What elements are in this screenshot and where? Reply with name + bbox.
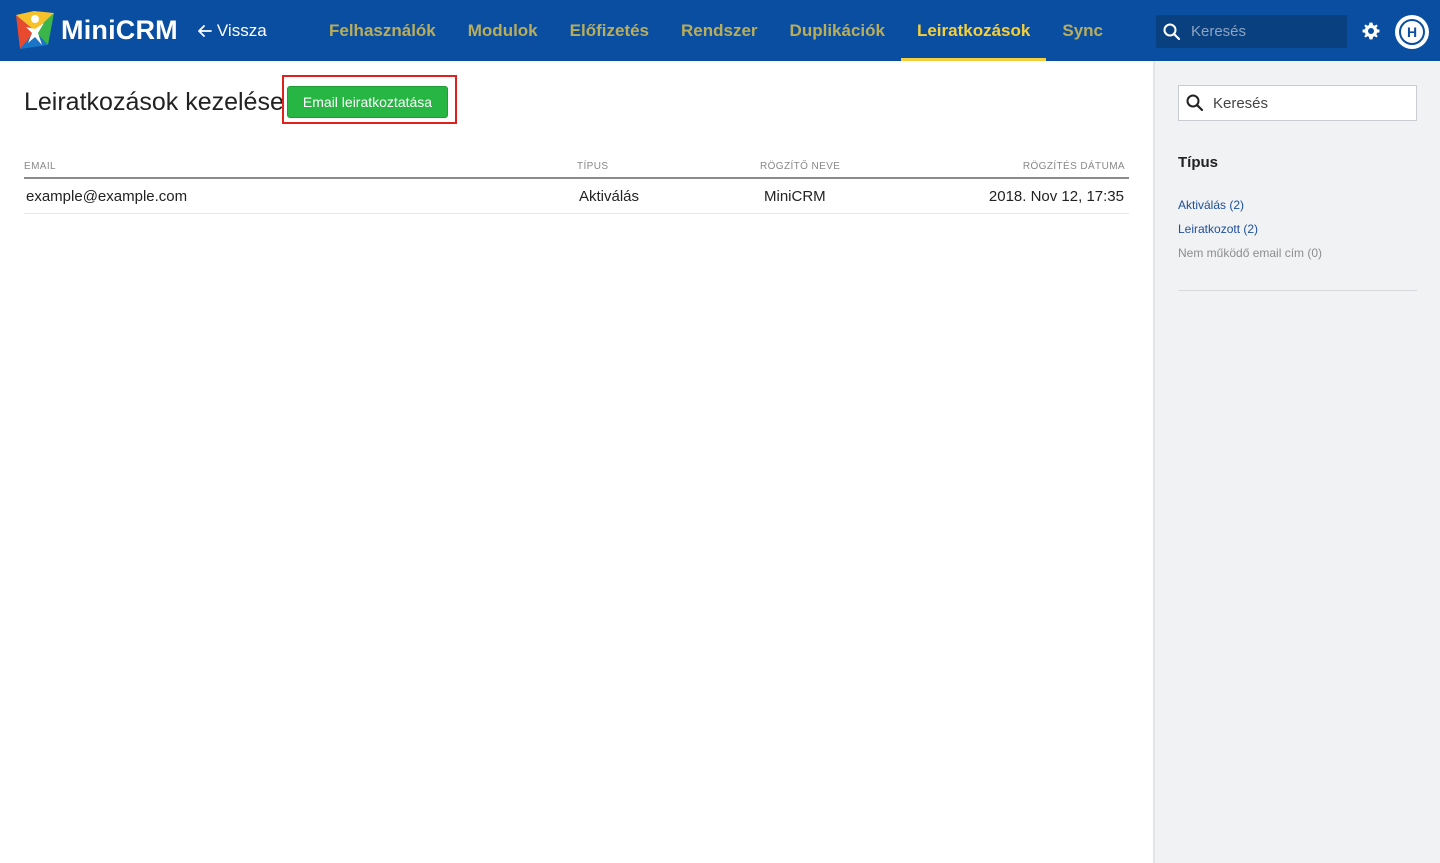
nav-item-rendszer[interactable]: Rendszer [665, 0, 774, 61]
top-search-input[interactable] [1191, 23, 1341, 40]
search-icon [1163, 23, 1181, 40]
main-content: Leiratkozások kezelése Email leiratkozta… [0, 61, 1153, 863]
cell-type: Aktiválás [579, 187, 640, 205]
column-header-type[interactable]: TÍPUS [577, 157, 760, 177]
nav-label: Duplikációk [789, 20, 885, 40]
nav-item-duplikaciok[interactable]: Duplikációk [774, 0, 901, 61]
gear-icon[interactable] [1361, 21, 1381, 41]
back-label: Vissza [216, 20, 267, 40]
table-header: EMAIL TÍPUS RÖGZÍTŐ NEVE RÖGZÍTÉS DÁTUMA [24, 157, 1129, 179]
brand-name: MiniCRM [61, 15, 178, 45]
back-link[interactable]: Vissza [196, 21, 267, 41]
avatar[interactable]: H [1395, 15, 1429, 49]
nav-label: Modulok [467, 20, 538, 40]
filter-item-aktivalas[interactable]: Aktiválás (2) [1178, 198, 1322, 222]
nav-item-leiratkozasok[interactable]: Leiratkozások [900, 0, 1047, 61]
sidebar-search-input[interactable] [1213, 94, 1403, 112]
filter-sidebar: Típus Aktiválás (2) Leiratkozott (2) Nem… [1153, 61, 1440, 863]
filter-list: Aktiválás (2) Leiratkozott (2) Nem működ… [1178, 198, 1322, 270]
filter-item-nem-mukodo: Nem működő email cím (0) [1178, 246, 1323, 260]
cell-email: example@example.com [26, 187, 188, 205]
main-nav: Felhasználók Modulok Előfizetés Rendszer… [313, 0, 1119, 61]
sidebar-search [1178, 85, 1417, 121]
search-icon [1186, 94, 1204, 112]
nav-item-modulok[interactable]: Modulok [452, 0, 554, 61]
nav-item-sync[interactable]: Sync [1046, 0, 1119, 61]
nav-label: Előfizetés [569, 20, 650, 40]
column-header-email[interactable]: EMAIL [24, 157, 577, 177]
top-bar: MiniCRM Vissza Felhasználók Modulok Előf… [0, 0, 1440, 61]
nav-item-elofizetes[interactable]: Előfizetés [554, 0, 665, 61]
minicrm-logo-icon [16, 10, 54, 49]
filter-item-leiratkozott[interactable]: Leiratkozott (2) [1178, 222, 1322, 246]
filter-title: Típus [1178, 154, 1218, 171]
cell-recorder: MiniCRM [764, 187, 826, 205]
nav-label: Felhasználók [329, 20, 436, 40]
nav-label: Rendszer [681, 20, 758, 40]
brand[interactable]: MiniCRM [14, 0, 178, 61]
nav-label: Leiratkozások [916, 20, 1031, 40]
unsubscribe-table: EMAIL TÍPUS RÖGZÍTŐ NEVE RÖGZÍTÉS DÁTUMA… [24, 157, 1129, 214]
top-search [1156, 15, 1347, 48]
cell-date: 2018. Nov 12, 17:35 [988, 187, 1124, 205]
sidebar-divider [1178, 290, 1417, 291]
email-unsubscribe-button[interactable]: Email leiratkoztatása [287, 86, 448, 118]
nav-item-felhasznalok[interactable]: Felhasználók [313, 0, 452, 61]
nav-label: Sync [1062, 20, 1103, 40]
column-header-date[interactable]: RÖGZÍTÉS DÁTUMA [960, 157, 1129, 177]
page-title: Leiratkozások kezelése [24, 88, 284, 116]
table-row[interactable]: example@example.com Aktiválás MiniCRM 20… [24, 179, 1129, 214]
avatar-initial: H [1399, 19, 1425, 45]
column-header-recorder[interactable]: RÖGZÍTŐ NEVE [760, 157, 960, 177]
arrow-left-icon [197, 24, 212, 37]
